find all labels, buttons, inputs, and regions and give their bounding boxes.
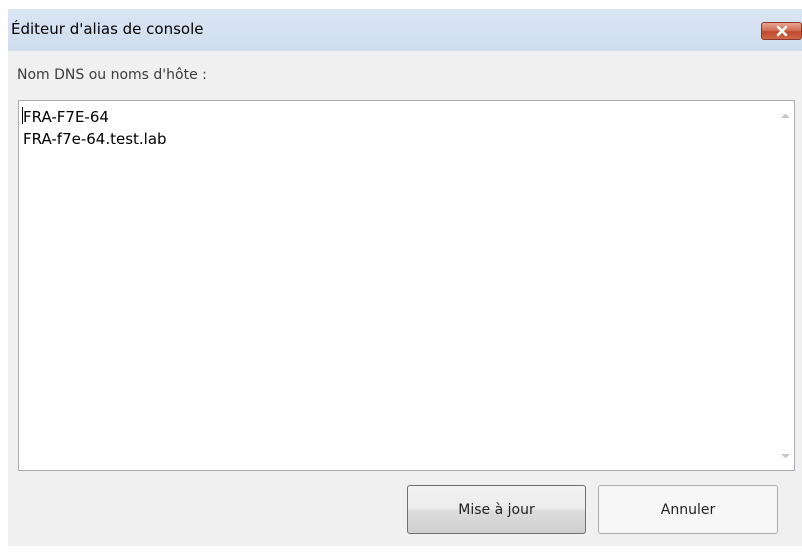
hostnames-text[interactable]: FRA-F7E-64 FRA-f7e-64.test.lab [23, 106, 167, 150]
hostnames-label: Nom DNS ou noms d'hôte : [17, 67, 207, 83]
scroll-down-arrow-icon[interactable] [780, 452, 791, 460]
hostname-line: FRA-F7E-64 [23, 108, 109, 126]
hostname-line: FRA-f7e-64.test.lab [23, 130, 167, 148]
cancel-button[interactable]: Annuler [598, 485, 778, 534]
title-bar[interactable]: Éditeur d'alias de console [8, 9, 802, 51]
hostnames-textarea[interactable]: FRA-F7E-64 FRA-f7e-64.test.lab [18, 100, 795, 471]
close-icon [775, 25, 789, 37]
window-title: Éditeur d'alias de console [11, 20, 204, 38]
vertical-scrollbar[interactable] [777, 101, 794, 470]
update-button[interactable]: Mise à jour [407, 485, 586, 534]
alias-editor-dialog: Éditeur d'alias de console Nom DNS ou no… [8, 9, 802, 546]
scroll-up-arrow-icon[interactable] [780, 111, 791, 119]
close-button[interactable] [761, 22, 802, 40]
